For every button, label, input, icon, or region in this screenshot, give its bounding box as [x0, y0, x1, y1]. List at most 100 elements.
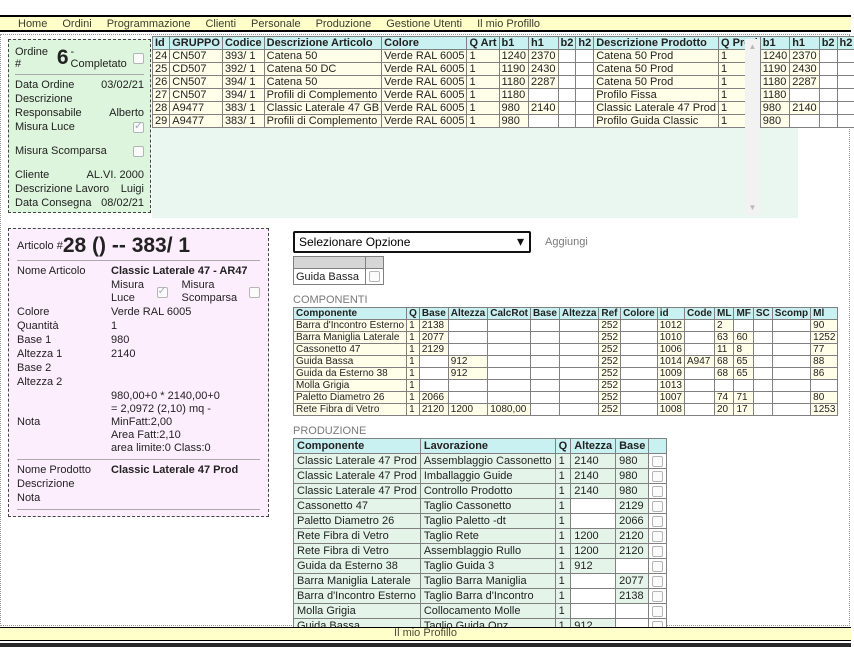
footer-profile-link[interactable]: Il mio Profillo: [0, 627, 851, 641]
option-checkbox[interactable]: [369, 271, 380, 282]
cell: 912: [448, 356, 487, 368]
nav-item[interactable]: Il mio Profillo: [477, 18, 540, 30]
column-header: Colore: [621, 308, 658, 320]
misura-luce-checkbox[interactable]: [133, 122, 144, 133]
option-select-wrap: Selezionare Opzione: [293, 231, 531, 253]
nav-item[interactable]: Programmazione: [107, 18, 191, 30]
cell: 1: [555, 499, 571, 514]
column-header: Q: [555, 439, 571, 454]
cell: 8: [734, 344, 753, 356]
row-checkbox[interactable]: [652, 576, 663, 587]
row-checkbox[interactable]: [652, 591, 663, 602]
cell: [558, 76, 576, 89]
cell: [649, 499, 667, 514]
cell: [558, 89, 576, 102]
cell: 60: [734, 332, 753, 344]
produzione-table: ComponenteLavorazioneQAltezzaBaseClassic…: [293, 438, 667, 634]
cell: [649, 529, 667, 544]
option-select[interactable]: Selezionare Opzione: [293, 231, 531, 253]
cell: 11: [714, 344, 733, 356]
nav-item[interactable]: Home: [18, 18, 47, 30]
cell: [559, 368, 598, 380]
aggiungi-link[interactable]: Aggiungi: [545, 236, 588, 248]
cell: 2140: [529, 102, 558, 115]
column-header: b2: [819, 37, 837, 50]
cell: 1: [407, 332, 420, 344]
cell: 86: [811, 368, 838, 380]
row-checkbox[interactable]: [652, 501, 663, 512]
cell: 980: [616, 469, 649, 484]
cell: [576, 102, 594, 115]
field-label: Nome Prodotto: [17, 464, 111, 477]
column-header: b1: [499, 37, 528, 50]
cell: CN507: [170, 89, 223, 102]
misura-scomparsa-checkbox[interactable]: [133, 146, 144, 157]
row-checkbox[interactable]: [652, 456, 663, 467]
nav-item[interactable]: Gestione Utenti: [386, 18, 462, 30]
cell: [684, 332, 714, 344]
cell: [571, 604, 616, 619]
table-row: Barra Maniglia LateraleTaglio Barra Mani…: [294, 574, 667, 589]
cell: 1190: [499, 63, 528, 76]
row-checkbox[interactable]: [652, 486, 663, 497]
cell: 1: [555, 574, 571, 589]
cell: Barra d'Incontro Esterno: [294, 320, 407, 332]
table-row: Rete Fibra di VetroTaglio Rete112002120: [294, 529, 667, 544]
nav-item[interactable]: Personale: [251, 18, 301, 30]
cell: [649, 514, 667, 529]
cell: Taglio Paletto -dt: [420, 514, 555, 529]
row-checkbox[interactable]: [652, 471, 663, 482]
cell: [531, 344, 560, 356]
column-header: Descrizione Prodotto: [594, 37, 719, 50]
cell: [366, 269, 384, 285]
row-checkbox[interactable]: [652, 531, 663, 542]
cell: [571, 499, 616, 514]
row-checkbox[interactable]: [652, 516, 663, 527]
cell: [531, 320, 560, 332]
spacer: [15, 159, 144, 168]
field-label: Altezza 1: [17, 348, 111, 361]
column-header: CalcRot: [488, 308, 531, 320]
cell: Molla Grigia: [294, 380, 407, 392]
order-items-area: IdGRUPPOCodiceDescrizione ArticoloColore…: [152, 36, 798, 218]
cell: [559, 320, 598, 332]
scroll-down-button[interactable]: ▼: [745, 200, 760, 215]
cell: 2129: [419, 344, 448, 356]
table-row: Barra d'Incontro Esterno121382521012290: [294, 320, 838, 332]
field-row: Descrizione: [17, 478, 260, 491]
completato-checkbox[interactable]: [133, 53, 144, 64]
row-checkbox[interactable]: [652, 561, 663, 572]
field-row: Data Consegna08/02/21: [15, 197, 144, 210]
cell: Classic Laterale 47 Prod: [594, 102, 719, 115]
cell: 1: [407, 356, 420, 368]
article-misura-scomparsa-checkbox[interactable]: [249, 287, 260, 298]
nav-item[interactable]: Produzione: [316, 18, 372, 30]
column-header: h1: [790, 37, 819, 50]
nav-item[interactable]: Clienti: [205, 18, 236, 30]
cell: 2138: [419, 320, 448, 332]
row-checkbox[interactable]: [652, 606, 663, 617]
row-checkbox[interactable]: [652, 546, 663, 557]
nota-line: 980,00+0 * 2140,00+0: [111, 390, 260, 403]
componenti-table: ComponenteQBaseAltezzaCalcRotBaseAltezza…: [293, 307, 838, 416]
field-value: AL.VI. 2000: [87, 169, 145, 182]
cell: Verde RAL 6005: [382, 76, 467, 89]
nota-text: 980,00+0 * 2140,00+0 = 2,0972 (2,10) mq …: [111, 390, 260, 455]
field-label: Colore: [17, 306, 111, 319]
cell: 1: [555, 589, 571, 604]
column-header: SC: [753, 308, 772, 320]
article-misura-luce-checkbox[interactable]: [157, 287, 168, 298]
nav-item[interactable]: Ordini: [62, 18, 91, 30]
cell: [621, 404, 658, 416]
cell: 980: [499, 102, 528, 115]
cell: [488, 380, 531, 392]
cell: [837, 115, 854, 128]
article-number: 28 () -- 383/ 1: [63, 236, 190, 256]
cell: [488, 344, 531, 356]
scroll-up-button[interactable]: ▲: [745, 39, 760, 54]
cell: [819, 115, 837, 128]
field-label: [17, 279, 111, 305]
article-title-prefix: Articolo #: [17, 240, 63, 252]
cell: Verde RAL 6005: [382, 50, 467, 63]
cell: 2120: [616, 544, 649, 559]
